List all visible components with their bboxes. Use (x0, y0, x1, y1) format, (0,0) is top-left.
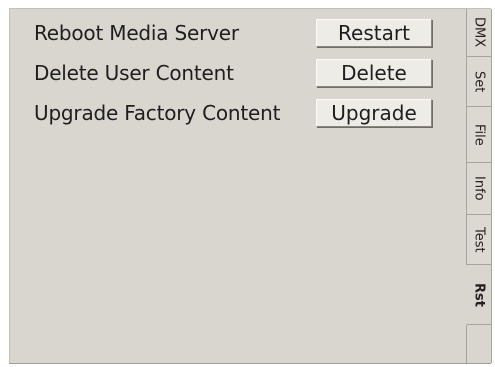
tab-file-label: File (471, 123, 487, 146)
vertical-tab-strip: DMX Set File Info Test Rst (466, 9, 492, 363)
tab-rst-label: Rst (471, 282, 487, 307)
tab-set-label: Set (471, 70, 487, 93)
tab-info-label: Info (471, 176, 487, 201)
tab-test-label: Test (471, 226, 487, 253)
reset-content-area: Reboot Media Server Restart Delete User … (10, 9, 466, 363)
delete-button[interactable]: Delete (316, 59, 432, 87)
tab-dmx[interactable]: DMX (467, 9, 492, 57)
upgrade-factory-content-label: Upgrade Factory Content (34, 101, 281, 125)
tab-test[interactable]: Test (467, 215, 492, 265)
tab-dmx-label: DMX (471, 17, 487, 48)
tab-rst[interactable]: Rst (466, 265, 492, 325)
reset-settings-panel: Reboot Media Server Restart Delete User … (9, 8, 492, 364)
tab-set[interactable]: Set (467, 57, 492, 107)
delete-user-content-row: Delete User Content (34, 59, 234, 87)
reboot-media-server-label: Reboot Media Server (34, 21, 239, 45)
reboot-media-server-row: Reboot Media Server (34, 19, 239, 47)
upgrade-factory-content-row: Upgrade Factory Content (34, 99, 280, 127)
tab-file[interactable]: File (467, 107, 492, 163)
upgrade-button[interactable]: Upgrade (316, 99, 432, 127)
tab-strip-filler (467, 325, 492, 363)
restart-button[interactable]: Restart (316, 19, 432, 47)
tab-info[interactable]: Info (467, 163, 492, 215)
delete-user-content-label: Delete User Content (34, 61, 234, 85)
